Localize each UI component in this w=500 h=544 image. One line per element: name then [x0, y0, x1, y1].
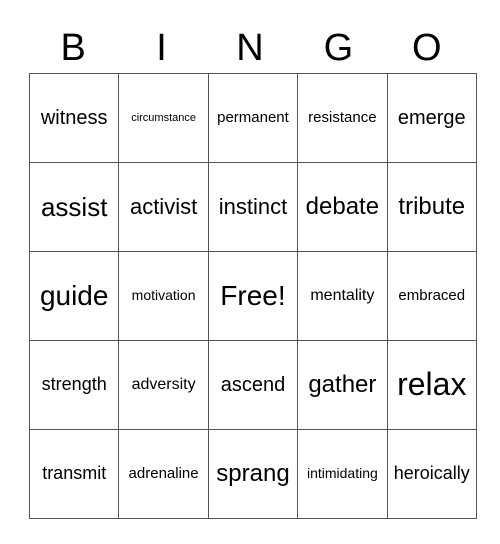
bingo-cell[interactable]: strength [28, 340, 120, 430]
bingo-cell[interactable]: adversity [118, 340, 209, 430]
grid-row: transmit adrenaline sprang intimidating … [28, 429, 477, 519]
header-letter-g: G [323, 27, 354, 69]
bingo-cell[interactable]: guide [28, 251, 120, 341]
header-letter-i: I [156, 27, 167, 69]
bingo-cell[interactable]: relax [386, 340, 477, 430]
grid-row: guide motivation Free! mentality embrace… [28, 251, 477, 341]
bingo-cell[interactable]: transmit [28, 429, 120, 519]
bingo-cell[interactable]: resistance [297, 73, 388, 163]
header-letter-b: B [60, 27, 86, 69]
bingo-cell[interactable]: sprang [207, 429, 299, 519]
bingo-cell[interactable]: debate [297, 162, 388, 252]
bingo-cell[interactable]: permanent [207, 73, 299, 163]
bingo-cell[interactable]: adrenaline [118, 429, 209, 519]
header-letter-o: O [411, 27, 442, 69]
grid-row: witness circumstance permanent resistanc… [28, 73, 477, 163]
bingo-cell[interactable]: ascend [207, 340, 299, 430]
bingo-cell[interactable]: gather [297, 340, 388, 430]
free-space-cell[interactable]: Free! [207, 251, 299, 341]
bingo-cell[interactable]: tribute [386, 162, 477, 252]
bingo-cell[interactable]: mentality [297, 251, 388, 341]
bingo-cell[interactable]: embraced [386, 251, 477, 341]
bingo-cell[interactable]: instinct [207, 162, 299, 252]
header-letter-n: N [236, 27, 264, 69]
bingo-cell[interactable]: emerge [386, 73, 477, 163]
bingo-cell[interactable]: heroically [386, 429, 477, 519]
bingo-cell[interactable]: circumstance [118, 73, 209, 163]
bingo-cell[interactable]: activist [118, 162, 209, 252]
bingo-cell[interactable]: assist [28, 162, 120, 252]
grid-row: strength adversity ascend gather relax [28, 340, 477, 430]
bingo-cell[interactable]: motivation [118, 251, 209, 341]
bingo-cell[interactable]: witness [28, 73, 120, 163]
bingo-cell[interactable]: intimidating [297, 429, 388, 519]
grid-row: assist activist instinct debate tribute [28, 162, 477, 252]
bingo-header: B I N G O [29, 26, 471, 70]
bingo-grid: witness circumstance permanent resistanc… [28, 73, 477, 519]
